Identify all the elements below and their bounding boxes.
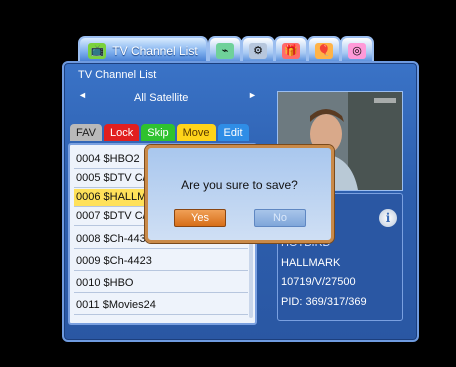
yes-button[interactable]: Yes bbox=[174, 209, 226, 227]
gift-icon: 🎁 bbox=[282, 42, 300, 59]
channel-name: HALLMARK bbox=[281, 257, 341, 269]
tab-tools[interactable]: ⚙ bbox=[241, 36, 275, 63]
tab-satellite[interactable]: ⌁ bbox=[208, 36, 242, 63]
skip-button[interactable]: Skip bbox=[141, 124, 175, 141]
transponder-info: 10719/V/27500 bbox=[281, 276, 356, 288]
pid-info: PID: 369/317/369 bbox=[281, 296, 367, 308]
no-button[interactable]: No bbox=[254, 209, 306, 227]
list-item[interactable]: 0011 $Movies24 bbox=[74, 297, 248, 315]
tab-balloon[interactable]: 🎈 bbox=[307, 36, 341, 63]
satellite-label: All Satellite bbox=[134, 92, 189, 104]
left-arrow-icon[interactable]: ◄ bbox=[78, 90, 87, 100]
lock-button[interactable]: Lock bbox=[103, 124, 140, 141]
function-buttons: FAV Lock Skip Move Edit bbox=[70, 124, 249, 142]
list-item[interactable]: 0010 $HBO bbox=[74, 275, 248, 293]
move-button[interactable]: Move bbox=[176, 124, 216, 141]
tab-gift[interactable]: 🎁 bbox=[274, 36, 308, 63]
satellite-dish-icon: ⌁ bbox=[216, 42, 234, 59]
info-icon: i bbox=[379, 209, 397, 227]
tab-disc[interactable]: ◎ bbox=[340, 36, 374, 63]
disc-icon: ◎ bbox=[348, 42, 366, 59]
tv-icon: 📺 bbox=[88, 42, 107, 59]
satellite-selector[interactable]: ◄ All Satellite ► bbox=[78, 90, 258, 106]
list-item[interactable]: 0009 $Ch-4423 bbox=[74, 253, 248, 271]
tab-title: TV Channel List bbox=[112, 43, 198, 58]
tv-screen: 📺 TV Channel List ⌁ ⚙ 🎁 🎈 ◎ TV Channel L… bbox=[0, 0, 456, 367]
fav-button[interactable]: FAV bbox=[70, 124, 102, 141]
edit-button[interactable]: Edit bbox=[217, 124, 249, 141]
right-arrow-icon[interactable]: ► bbox=[248, 90, 257, 100]
page-title: TV Channel List bbox=[78, 69, 157, 81]
tab-tv-channel-list[interactable]: 📺 TV Channel List bbox=[78, 36, 208, 63]
balloon-icon: 🎈 bbox=[315, 42, 333, 59]
save-confirm-dialog: Are you sure to save? Yes No bbox=[145, 145, 334, 243]
tools-icon: ⚙ bbox=[249, 42, 267, 59]
dialog-message: Are you sure to save? bbox=[181, 178, 298, 192]
